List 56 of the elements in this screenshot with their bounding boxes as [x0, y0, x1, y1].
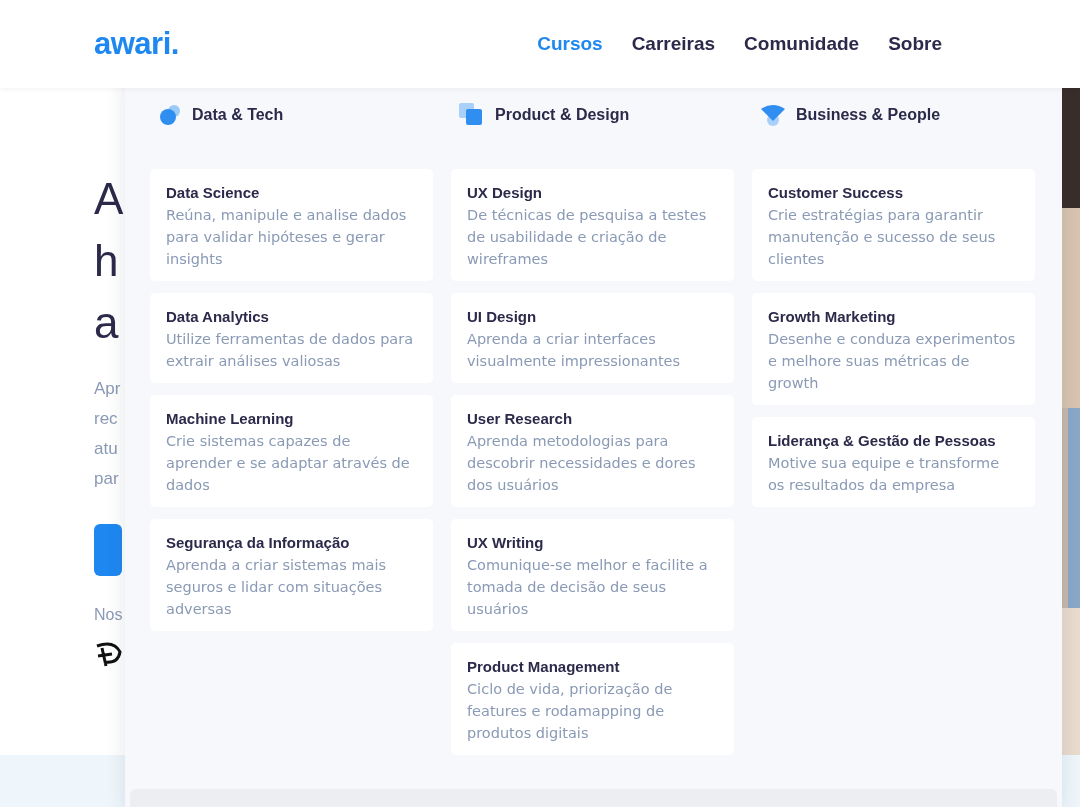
category-title: Data & Tech — [192, 105, 284, 124]
course-description: Reúna, manipule e analise dados para validar hipóteses e gerar insights — [166, 206, 408, 269]
wedge-icon — [760, 102, 786, 127]
category-title: Product & Design — [495, 105, 630, 124]
course-description: Motive sua equipe e transforme os resultados da empresa — [768, 454, 1001, 495]
course-title: Growth Marketing — [768, 307, 897, 327]
course-description: Desenhe e conduza experimentos e melhore suas métricas de growth — [768, 330, 1017, 393]
dot-icon — [158, 102, 182, 127]
course-title: Machine Learning — [166, 409, 295, 429]
course-title: Data Science — [166, 183, 261, 203]
hero-text: rec — [94, 408, 118, 430]
course-description: De técnicas de pesquisa a testes de usabilidade e criação de wireframes — [467, 206, 708, 269]
course-card[interactable]: Data Science Reúna, manipule e analise dados para validar hipóteses e gerar insights — [150, 169, 433, 281]
logo[interactable]: awari. — [94, 26, 179, 62]
course-title: Segurança da Informação — [166, 533, 351, 553]
course-title: UX Design — [467, 183, 543, 203]
hero-title: a — [94, 297, 119, 349]
course-card[interactable]: Growth Marketing Desenhe e conduza experimentos e melhore suas métricas de growth — [752, 293, 1035, 405]
course-card[interactable]: UI Design Aprenda a criar interfaces visualmente impressionantes — [451, 293, 734, 383]
hero-text: Apr — [94, 378, 121, 400]
course-card[interactable]: Customer Success Crie estratégias para garantir manutenção e sucesso de seus clientes — [752, 169, 1035, 281]
course-description: Aprenda a criar sistemas mais seguros e lidar com situações adversas — [166, 556, 387, 619]
course-card[interactable]: Segurança da Informação Aprenda a criar sistemas mais seguros e lidar com situações adversas — [150, 519, 433, 631]
category-title: Business & People — [796, 105, 941, 124]
nav-link[interactable]: Comunidade — [744, 33, 860, 55]
course-title: Liderança & Gestão de Pessoas — [768, 431, 997, 451]
course-card[interactable]: User Research Aprenda metodologias para descobrir necessidades e dores dos usuários — [451, 395, 734, 507]
course-card[interactable]: Liderança & Gestão de Pessoas Motive sua equipe e transforme os resultados da empresa — [752, 417, 1035, 507]
cta-button[interactable] — [94, 524, 122, 576]
course-description: Aprenda metodologias para descobrir necessidades e dores dos usuários — [467, 432, 697, 495]
course-card[interactable]: Data Analytics Utilize ferramentas de dados para extrair análises valiosas — [150, 293, 433, 383]
hero-title: h — [94, 235, 119, 287]
course-title: Customer Success — [768, 183, 905, 203]
course-description: Aprenda a criar interfaces visualmente impressionantes — [467, 330, 682, 371]
nav-link[interactable]: Sobre — [888, 33, 942, 55]
course-card[interactable]: UX Design De técnicas de pesquisa a testes de usabilidade e criação de wireframes — [451, 169, 734, 281]
course-title: User Research — [467, 409, 574, 429]
course-description: Comunique-se melhor e facilite a tomada de decisão de seus usuários — [467, 556, 709, 619]
course-title: Product Management — [467, 657, 621, 677]
partners-label: Nos — [94, 606, 123, 624]
course-card[interactable]: UX Writing Comunique-se melhor e facilite a tomada de decisão de seus usuários — [451, 519, 734, 631]
hero-text: atu — [94, 438, 118, 460]
course-description: Crie sistemas capazes de aprender e se adaptar através de dados — [166, 432, 411, 495]
nav-link[interactable]: Cursos — [537, 33, 603, 55]
course-title: Data Analytics — [166, 307, 270, 327]
course-description: Ciclo de vida, priorização de features e rodamapping de produtos digitais — [467, 680, 674, 743]
hero-title: A — [94, 173, 124, 225]
course-description: Crie estratégias para garantir manutenção e sucesso de seus clientes — [768, 206, 997, 269]
hero-text: par — [94, 468, 119, 490]
course-card[interactable]: Machine Learning Crie sistemas capazes de aprender e se adaptar através de dados — [150, 395, 433, 507]
course-description: Utilize ferramentas de dados para extrair análises valiosas — [166, 330, 415, 371]
course-title: UX Writing — [467, 533, 545, 553]
course-title: UI Design — [467, 307, 538, 327]
course-card[interactable]: Product Management Ciclo de vida, priorização de features e rodamapping de produtos digitais — [451, 643, 734, 755]
squares-icon — [459, 102, 485, 127]
nav-link[interactable]: Carreiras — [631, 33, 716, 55]
